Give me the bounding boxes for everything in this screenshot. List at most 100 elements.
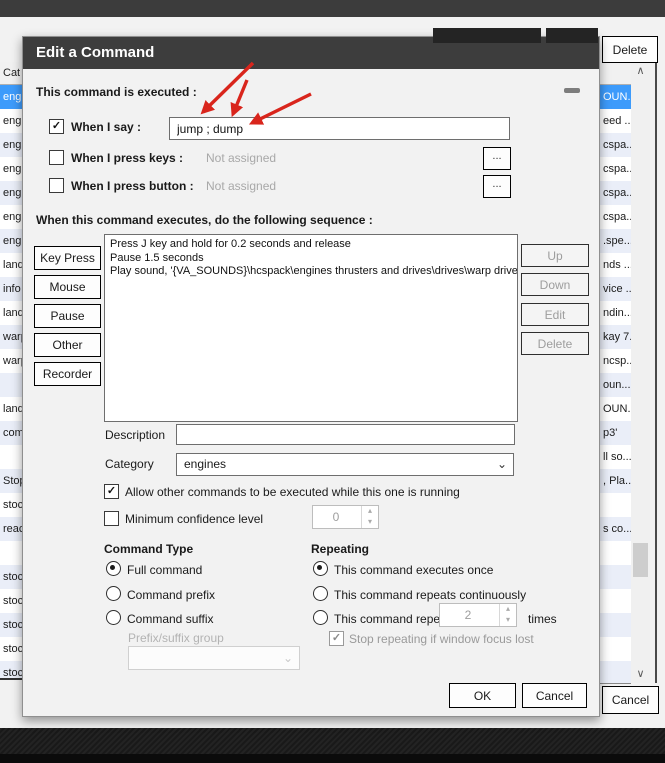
list-item[interactable] xyxy=(600,541,631,565)
scroll-down-icon[interactable]: ∨ xyxy=(631,665,650,683)
repeat-times-spinner[interactable]: 2 ▴ ▾ xyxy=(439,603,517,627)
mouse-button[interactable]: Mouse xyxy=(34,275,101,299)
category-select[interactable]: engines ⌄ xyxy=(176,453,514,476)
ok-button[interactable]: OK xyxy=(449,683,516,708)
collapse-section-icon[interactable] xyxy=(564,88,580,93)
edit-action-button[interactable]: Edit xyxy=(521,303,589,326)
command-suffix-radio[interactable] xyxy=(106,610,121,625)
spin-up-icon[interactable]: ▴ xyxy=(362,506,378,517)
list-item[interactable]: OUN... xyxy=(600,397,631,421)
background-cancel-button[interactable]: Cancel xyxy=(602,686,659,714)
list-item[interactable]: OUN... xyxy=(600,85,631,109)
stop-repeating-checkbox[interactable] xyxy=(329,631,344,646)
repeats-n-times-radio[interactable] xyxy=(313,610,328,625)
spoken-phrase-input[interactable] xyxy=(169,117,510,140)
list-item[interactable]: reac xyxy=(0,517,22,541)
list-item[interactable]: cspa... xyxy=(600,133,631,157)
list-scrollbar[interactable]: ∧ ∨ xyxy=(631,62,650,683)
move-down-button[interactable]: Down xyxy=(521,273,589,296)
list-item[interactable]: info xyxy=(0,277,22,301)
list-item[interactable]: , Pla... xyxy=(600,469,631,493)
list-item[interactable]: engi xyxy=(0,205,22,229)
executes-once-radio[interactable] xyxy=(313,561,328,576)
delete-action-button[interactable]: Delete xyxy=(521,332,589,355)
spin-down-icon[interactable]: ▾ xyxy=(362,517,378,528)
repeats-continuously-radio[interactable] xyxy=(313,586,328,601)
spinner-arrows[interactable]: ▴ ▾ xyxy=(361,506,378,528)
list-item[interactable]: ncsp... xyxy=(600,349,631,373)
assign-button-button[interactable]: ... xyxy=(483,175,511,198)
list-item[interactable] xyxy=(600,565,631,589)
min-confidence-label: Minimum confidence level xyxy=(125,512,263,526)
list-item[interactable]: ll so... xyxy=(600,445,631,469)
list-item[interactable]: stoc xyxy=(0,661,22,680)
list-item[interactable]: eed ... xyxy=(600,109,631,133)
prefix-suffix-group-select[interactable]: ⌄ xyxy=(128,646,300,670)
when-press-keys-checkbox[interactable] xyxy=(49,150,64,165)
list-item[interactable]: stoc xyxy=(0,613,22,637)
list-item[interactable]: nds ... xyxy=(600,253,631,277)
list-item[interactable]: engi xyxy=(0,133,22,157)
list-item[interactable]: cspa... xyxy=(600,181,631,205)
list-item[interactable]: .spe... xyxy=(600,229,631,253)
list-item[interactable]: ndin... xyxy=(600,301,631,325)
column-header-category[interactable]: Cat xyxy=(0,62,22,85)
scrollbar-thumb[interactable] xyxy=(633,543,648,577)
when-press-button-checkbox[interactable] xyxy=(49,178,64,193)
list-item[interactable] xyxy=(600,661,631,684)
list-item[interactable]: com xyxy=(0,421,22,445)
other-button[interactable]: Other xyxy=(34,333,101,357)
delete-command-button[interactable]: Delete xyxy=(602,36,658,63)
list-item[interactable]: engi xyxy=(0,109,22,133)
list-item[interactable]: stoc xyxy=(0,589,22,613)
command-prefix-radio[interactable] xyxy=(106,586,121,601)
key-press-button[interactable]: Key Press xyxy=(34,246,101,270)
list-item[interactable]: land xyxy=(0,253,22,277)
list-item[interactable]: p3' xyxy=(600,421,631,445)
list-item[interactable]: warp xyxy=(0,325,22,349)
when-i-say-checkbox[interactable] xyxy=(49,119,64,134)
description-input[interactable] xyxy=(176,424,515,445)
list-item[interactable]: kay 7... xyxy=(600,325,631,349)
list-item[interactable]: land xyxy=(0,397,22,421)
spin-up-icon[interactable]: ▴ xyxy=(500,604,516,615)
list-item[interactable]: vice ... xyxy=(600,277,631,301)
list-item[interactable]: stoc xyxy=(0,565,22,589)
list-item[interactable]: land xyxy=(0,301,22,325)
list-item[interactable]: s co... xyxy=(600,517,631,541)
spin-down-icon[interactable]: ▾ xyxy=(500,615,516,626)
list-item[interactable]: stoc xyxy=(0,493,22,517)
list-item[interactable] xyxy=(0,541,22,565)
repeats-continuously-label: This command repeats continuously xyxy=(334,588,526,602)
list-item[interactable] xyxy=(0,373,22,397)
list-item[interactable]: cspa... xyxy=(600,205,631,229)
list-item[interactable]: cspa... xyxy=(600,157,631,181)
list-item[interactable] xyxy=(600,613,631,637)
list-item[interactable] xyxy=(0,445,22,469)
action-sequence-list[interactable]: Press J key and hold for 0.2 seconds and… xyxy=(104,234,518,422)
allow-other-commands-checkbox[interactable] xyxy=(104,484,119,499)
assign-keys-button[interactable]: ... xyxy=(483,147,511,170)
min-confidence-checkbox[interactable] xyxy=(104,511,119,526)
spinner-arrows[interactable]: ▴ ▾ xyxy=(499,604,516,626)
list-item[interactable]: Stop xyxy=(0,469,22,493)
confidence-spinner[interactable]: 0 ▴ ▾ xyxy=(312,505,379,529)
pause-button[interactable]: Pause xyxy=(34,304,101,328)
command-list-right-column: OUN...eed ...cspa...cspa...cspa...cspa..… xyxy=(600,62,631,684)
list-item[interactable]: warp xyxy=(0,349,22,373)
full-command-radio[interactable] xyxy=(106,561,121,576)
list-item[interactable]: engi xyxy=(0,157,22,181)
list-item[interactable]: stoc xyxy=(0,637,22,661)
list-item[interactable]: oun... xyxy=(600,373,631,397)
list-item[interactable] xyxy=(600,493,631,517)
list-item[interactable] xyxy=(600,589,631,613)
scroll-up-icon[interactable]: ∧ xyxy=(631,62,650,80)
move-up-button[interactable]: Up xyxy=(521,244,589,267)
list-item[interactable] xyxy=(600,637,631,661)
recorder-button[interactable]: Recorder xyxy=(34,362,101,386)
repeat-times-value: 2 xyxy=(440,604,496,626)
list-item[interactable]: engi xyxy=(0,229,22,253)
dialog-cancel-button[interactable]: Cancel xyxy=(522,683,587,708)
list-item[interactable]: engi xyxy=(0,181,22,205)
list-item[interactable]: engi xyxy=(0,85,22,109)
